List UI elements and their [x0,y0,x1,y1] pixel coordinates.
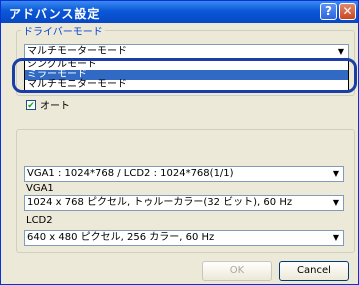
auto-checkbox[interactable]: ✔ [26,99,36,111]
auto-label: オート [40,101,70,112]
window-title: アドバンス設定 [9,7,101,21]
advanced-settings-dialog: アドバンス設定 ? ✕ ドライバーモード マルチモーターモード ▼ シングルモー… [0,0,359,285]
driver-mode-legend: ドライバーモード [21,23,105,38]
lcd2-mode-select[interactable]: 640 x 480 ピクセル, 256 カラー, 60 Hz ▼ [24,230,344,246]
lcd2-label: LCD2 [26,215,53,226]
ok-button[interactable]: OK [202,261,272,281]
lcd2-mode-value: 640 x 480 ピクセル, 256 カラー, 60 Hz [27,232,215,243]
chevron-down-icon[interactable]: ▼ [329,196,343,210]
help-button[interactable]: ? [320,3,337,20]
annotation-highlight-oval [12,58,357,93]
chevron-down-icon[interactable]: ▼ [329,231,343,245]
vga1-label: VGA1 [26,183,54,194]
auto-checkbox-row[interactable]: ✔ オート [26,97,70,112]
close-button[interactable]: ✕ [339,3,356,20]
chevron-down-icon[interactable]: ▼ [329,167,343,181]
driver-mode-selected: マルチモーターモード [27,46,127,57]
cancel-button[interactable]: Cancel [279,261,349,281]
display-layout-value: VGA1 : 1024*768 / LCD2 : 1024*768(1/1) [27,168,234,179]
chevron-down-icon[interactable]: ▼ [334,45,348,59]
display-layout-select[interactable]: VGA1 : 1024*768 / LCD2 : 1024*768(1/1) ▼ [24,166,344,182]
vga1-mode-value: 1024 x 768 ピクセル, トゥルーカラー(32 ビット), 60 Hz [27,197,293,208]
title-bar: アドバンス設定 ? ✕ [1,1,358,23]
vga1-mode-select[interactable]: 1024 x 768 ピクセル, トゥルーカラー(32 ビット), 60 Hz … [24,195,344,211]
